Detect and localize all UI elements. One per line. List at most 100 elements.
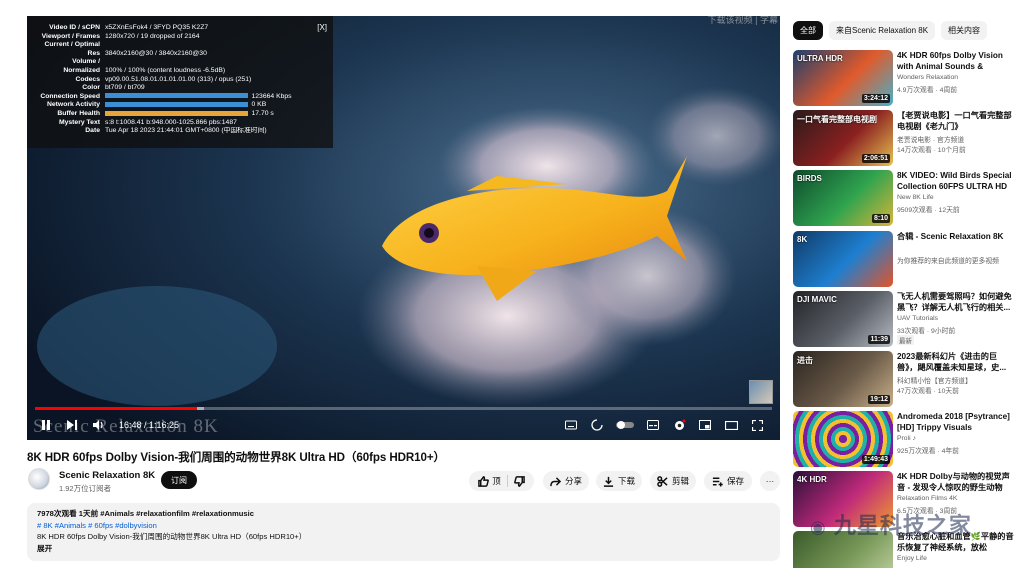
- hashtags[interactable]: # 8K #Animals # 60fps #dolbyvision: [37, 520, 770, 532]
- fullscreen-icon: [751, 419, 763, 431]
- recommendation-item[interactable]: 8K 合辑 - Scenic Relaxation 8K 为你推荐的来自此频道的更多…: [793, 231, 1017, 287]
- recommendation-channel: Enjoy Life: [897, 555, 927, 562]
- thumbnail-text: ULTRA HDR: [797, 54, 843, 63]
- recommendation-title[interactable]: 4K HDR Dolby与动物的视觉声音 - 发现令人惊叹的野生动物（五...: [897, 471, 1017, 493]
- recommendation-thumbnail[interactable]: DJI MAVIC 11:39: [793, 291, 893, 347]
- stats-value: 1280x720 / 19 dropped of 2164: [105, 32, 200, 40]
- recommendation-channel: 科幻精小怡【官方频道】: [897, 378, 972, 385]
- download-button[interactable]: 下载: [596, 471, 642, 491]
- subtitles-button[interactable]: [642, 414, 664, 436]
- loop-icon: [591, 419, 603, 431]
- chip-from-channel[interactable]: 来自Scenic Relaxation 8K: [829, 21, 936, 40]
- recommendation-thumbnail[interactable]: 1:49:43: [793, 411, 893, 467]
- expand-button[interactable]: 展开: [37, 543, 770, 555]
- fullscreen-button[interactable]: [746, 414, 768, 436]
- recommendation-item[interactable]: ULTRA HDR 3:24:12 4K HDR 60fps Dolby Visio…: [793, 50, 1017, 106]
- recommendation-item[interactable]: 一口气看完整部电视剧 2:06:51 【老贾说电影】一口气看完整部电视剧《老九门》老…: [793, 110, 1017, 166]
- recommendation-thumbnail[interactable]: ULTRA HDR 3:24:12: [793, 50, 893, 106]
- chip-related[interactable]: 相关内容: [941, 21, 988, 40]
- view-count-date: 7978次观看 1天前 #Animals #relaxationfilm #re…: [37, 509, 254, 518]
- stats-key: Connection Speed: [40, 92, 100, 100]
- recommendation-item[interactable]: BIRDS 8:10 8K VIDEO: Wild Birds Special Co…: [793, 170, 1017, 226]
- description-box[interactable]: 7978次观看 1天前 #Animals #relaxationfilm #re…: [27, 503, 780, 561]
- recommendation-meta: 925万次观看 · 4年前: [897, 448, 959, 455]
- stats-value: [105, 41, 327, 50]
- subscribe-button[interactable]: 订阅: [161, 471, 197, 489]
- subscriber-count: 1.92万位订阅者: [59, 484, 112, 493]
- recommendation-channel: 老贾说电影 · 官方频道: [897, 137, 965, 144]
- pause-button[interactable]: [35, 414, 57, 436]
- recommendation-item[interactable]: 进击 19:12 2023最新科幻片《进击的巨兽》，飓风覆盖未知星球，史... 科幻精…: [793, 351, 1017, 407]
- duration-badge: 8:10: [871, 214, 890, 223]
- recommendation-title[interactable]: 8K VIDEO: Wild Birds Special Collection …: [897, 170, 1017, 192]
- stats-value: 100% / 100% (content loudness -6.5dB): [105, 66, 226, 74]
- autoplay-switch[interactable]: [612, 414, 638, 436]
- playlist-add-icon: [712, 477, 723, 487]
- video-player[interactable]: 下载该视频 | 字幕 Video ID / sCPN x5ZXnEsFok4 / …: [27, 16, 780, 440]
- recommendation-thumbnail[interactable]: BIRDS 8:10: [793, 170, 893, 226]
- stats-row: Network Activity 0 KB: [27, 101, 327, 110]
- clip-label: 剪辑: [671, 476, 689, 486]
- recommendation-channel: Wonders Relaxation: [897, 74, 959, 81]
- stats-row: Res 3840x2160@30 / 3840x2160@30: [27, 50, 327, 59]
- recommendation-channel: 为你推荐的来自此频道的更多视频: [897, 258, 999, 265]
- save-button[interactable]: 保存: [704, 471, 752, 491]
- more-icon: ···: [765, 476, 775, 486]
- volume-icon: [93, 420, 103, 430]
- filter-chips: 全部 来自Scenic Relaxation 8K 相关内容: [793, 21, 988, 40]
- stats-key: Viewport / Frames: [41, 32, 100, 40]
- recommendation-title[interactable]: 2023最新科幻片《进击的巨兽》，飓风覆盖未知星球，史...: [897, 351, 1017, 373]
- keyboard-button[interactable]: [560, 414, 582, 436]
- chip-all[interactable]: 全部: [793, 21, 823, 40]
- like-button[interactable]: 顶: [478, 475, 508, 487]
- settings-button[interactable]: [668, 414, 690, 436]
- dislike-button[interactable]: [512, 475, 525, 487]
- recommendation-meta: 47万次观看 · 10天前: [897, 388, 959, 395]
- recommendation-channel: New 8K Life: [897, 194, 934, 201]
- more-actions-button[interactable]: ···: [760, 471, 780, 491]
- recommendation-item[interactable]: DJI MAVIC 11:39 飞无人机需要驾照吗？如何避免黑飞？详解无人机飞行的相…: [793, 291, 1017, 347]
- channel-avatar[interactable]: [28, 468, 50, 490]
- recommendation-item[interactable]: 1:49:43 Andromeda 2018 [Psytrance] [HD] T…: [793, 411, 1017, 467]
- stats-key: Video ID / sCPN: [49, 24, 100, 31]
- autoplay-toggle[interactable]: [586, 414, 608, 436]
- stats-value: x5ZXnEsFok4 / 3FYD PQ35 K2Z7: [105, 24, 209, 31]
- recommendation-thumbnail[interactable]: 进击 19:12: [793, 351, 893, 407]
- stats-key: Buffer Health: [57, 109, 100, 117]
- thumbs-up-icon: [478, 475, 490, 487]
- recommendation-title[interactable]: 4K HDR 60fps Dolby Vision with Animal So…: [897, 50, 1017, 72]
- youtube-watch-page: { "player": { "stats": [ {"k":"Video ID …: [0, 0, 1024, 568]
- thumbnail-text: BIRDS: [797, 174, 822, 183]
- stats-row: Buffer Health 17.70 s: [27, 110, 327, 119]
- stats-value: 17.70 s: [251, 109, 274, 117]
- stats-row: Color bt709 / bt709: [27, 84, 327, 93]
- stats-row: Video ID / sCPN x5ZXnEsFok4 / 3FYD PQ35 K…: [27, 24, 327, 33]
- recommendation-title[interactable]: 【老贾说电影】一口气看完整部电视剧《老九门》: [897, 110, 1017, 132]
- channel-thumbnail-overlay[interactable]: [749, 380, 773, 404]
- site-watermark-text: 九星科技之家: [833, 513, 972, 538]
- theater-button[interactable]: [720, 414, 742, 436]
- toggle-icon: [616, 421, 634, 429]
- stats-row: Mystery Text s:8 t:1008.41 b:948.000-1025…: [27, 119, 327, 128]
- recommendation-channel: Relaxation Films 4K: [897, 495, 958, 502]
- clip-button[interactable]: 剪辑: [650, 471, 696, 491]
- download-label: 下载: [617, 476, 635, 486]
- share-icon: [550, 476, 561, 486]
- recommendation-title[interactable]: 飞无人机需要驾照吗？如何避免黑飞？详解无人机飞行的相关...: [897, 291, 1017, 313]
- wechat-icon: ◉: [810, 517, 827, 537]
- keyboard-icon: [565, 420, 577, 430]
- miniplayer-button[interactable]: [694, 414, 716, 436]
- new-badge: 最新: [897, 335, 914, 345]
- channel-name[interactable]: Scenic Relaxation 8K: [59, 470, 155, 481]
- recommendation-title[interactable]: Andromeda 2018 [Psytrance] [HD] Trippy V…: [897, 411, 1017, 433]
- volume-button[interactable]: [87, 414, 109, 436]
- share-button[interactable]: 分享: [543, 471, 589, 491]
- recommendation-title[interactable]: 合辑 - Scenic Relaxation 8K: [897, 231, 1017, 242]
- stats-close-button[interactable]: [X]: [317, 23, 327, 33]
- recommendation-thumbnail[interactable]: 一口气看完整部电视剧 2:06:51: [793, 110, 893, 166]
- thumbnail-text: 4K HDR: [797, 475, 827, 484]
- thumbnail-text: DJI MAVIC: [797, 295, 837, 304]
- next-button[interactable]: [61, 414, 83, 436]
- recommendation-thumbnail[interactable]: 8K: [793, 231, 893, 287]
- stats-row: Date Tue Apr 18 2023 21:44:01 GMT+0800 (中…: [27, 127, 327, 136]
